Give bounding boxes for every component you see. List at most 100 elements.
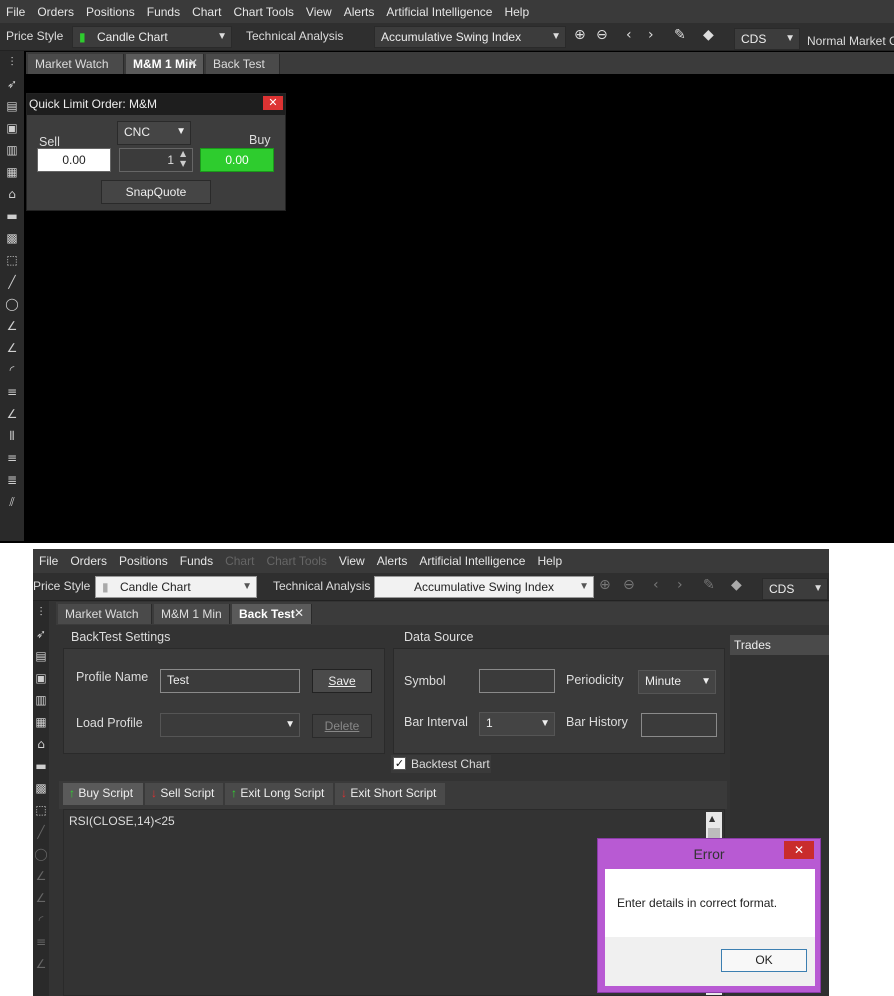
symbol-input[interactable] xyxy=(479,669,555,693)
menu-view[interactable]: View xyxy=(333,554,371,568)
menu-orders[interactable]: Orders xyxy=(31,5,80,19)
menu-ai[interactable]: Artificial Intelligence xyxy=(413,554,531,568)
angle-icon[interactable]: ∠ xyxy=(33,865,49,887)
menu-view[interactable]: View xyxy=(300,5,338,19)
tab-market-watch[interactable]: Market Watch xyxy=(28,54,124,74)
menu-positions[interactable]: Positions xyxy=(80,5,141,19)
load-profile-select[interactable]: ▼ xyxy=(160,713,300,737)
lines-icon[interactable]: ≡ xyxy=(0,447,24,469)
fibonacci-icon[interactable]: ≡ xyxy=(33,931,49,953)
eraser-icon[interactable]: ◆ xyxy=(731,577,742,593)
menu-alerts[interactable]: Alerts xyxy=(371,554,414,568)
pencil-icon[interactable]: ✎ xyxy=(703,577,715,593)
backtest-chart-checkbox[interactable]: ✓ xyxy=(393,757,406,770)
menu-alerts[interactable]: Alerts xyxy=(338,5,381,19)
menu-help[interactable]: Help xyxy=(531,554,568,568)
technical-analysis-select[interactable]: Accumulative Swing Index ▼ xyxy=(374,26,566,48)
angle-icon[interactable]: ∠ xyxy=(33,887,49,909)
briefcase-icon[interactable]: ▩ xyxy=(33,777,49,799)
chart-icon[interactable]: ⫶ xyxy=(0,51,24,73)
price-style-select[interactable]: ▮ Candle Chart ▼ xyxy=(95,576,257,598)
gann-icon[interactable]: ∠ xyxy=(0,403,24,425)
bank-icon[interactable]: ⌂ xyxy=(33,733,49,755)
menu-funds[interactable]: Funds xyxy=(141,5,186,19)
menu-file[interactable]: File xyxy=(0,5,31,19)
menu-ai[interactable]: Artificial Intelligence xyxy=(380,5,498,19)
menu-positions[interactable]: Positions xyxy=(113,554,174,568)
tab-exit-long-script[interactable]: ↑ Exit Long Script xyxy=(225,783,333,805)
periodicity-select[interactable]: Minute ▼ xyxy=(638,670,716,694)
line-icon[interactable]: ╱ xyxy=(33,821,49,843)
bars-icon[interactable]: ⦀ xyxy=(0,425,24,447)
profile-name-input[interactable]: Test xyxy=(160,669,300,693)
menu-chart-tools[interactable]: Chart Tools xyxy=(227,5,299,19)
briefcase-icon[interactable]: ▩ xyxy=(0,227,24,249)
menu-chart[interactable]: Chart xyxy=(186,5,227,19)
close-icon[interactable]: ✕ xyxy=(188,56,198,70)
eraser-icon[interactable]: ◆ xyxy=(703,27,714,43)
ok-button[interactable]: OK xyxy=(721,949,807,972)
zoom-in-icon[interactable]: ⊕ xyxy=(599,577,611,593)
chevron-right-icon[interactable]: › xyxy=(648,27,654,43)
price-style-select[interactable]: ▮ Candle Chart ▼ xyxy=(72,26,232,48)
save-icon[interactable]: ▣ xyxy=(33,667,49,689)
snapquote-button[interactable]: SnapQuote xyxy=(101,180,211,204)
menu-file[interactable]: File xyxy=(33,554,64,568)
chevron-left-icon[interactable]: ‹ xyxy=(626,27,632,43)
ellipse-icon[interactable]: ◯ xyxy=(33,843,49,865)
map-icon[interactable]: ▦ xyxy=(33,711,49,733)
sell-price-field[interactable]: 0.00 xyxy=(37,148,111,172)
lines-icon[interactable]: ≣ xyxy=(0,469,24,491)
zoom-out-icon[interactable]: ⊖ xyxy=(596,27,608,43)
technical-analysis-select[interactable]: Accumulative Swing Index ▼ xyxy=(374,576,594,598)
angle-icon[interactable]: ∠ xyxy=(0,315,24,337)
bar-history-input[interactable] xyxy=(641,713,717,737)
menu-funds[interactable]: Funds xyxy=(174,554,219,568)
chevron-right-icon[interactable]: › xyxy=(677,577,683,593)
menu-help[interactable]: Help xyxy=(498,5,535,19)
close-icon[interactable]: ✕ xyxy=(263,96,283,110)
zoom-out-icon[interactable]: ⊖ xyxy=(623,577,635,593)
arc-icon[interactable]: ◜ xyxy=(33,909,49,931)
scroll-up-icon[interactable]: ▲ xyxy=(709,814,715,823)
arc-icon[interactable]: ◜ xyxy=(0,359,24,381)
map-icon[interactable]: ▦ xyxy=(0,161,24,183)
book-icon[interactable]: ▥ xyxy=(33,689,49,711)
rocket-icon[interactable]: ➶ xyxy=(0,73,24,95)
fibonacci-icon[interactable]: ≡ xyxy=(0,381,24,403)
menu-chart-tools[interactable]: Chart Tools xyxy=(260,554,332,568)
close-icon[interactable]: ✕ xyxy=(784,841,814,859)
save-icon[interactable]: ▣ xyxy=(0,117,24,139)
tab-exit-short-script[interactable]: ↓ Exit Short Script xyxy=(335,783,445,805)
buy-price-field[interactable]: 0.00 xyxy=(200,148,274,172)
book-icon[interactable]: ▥ xyxy=(0,139,24,161)
tab-sell-script[interactable]: ↓ Sell Script xyxy=(145,783,223,805)
market-type[interactable]: Normal Market C xyxy=(807,34,894,48)
tab-mm-1-min[interactable]: M&M 1 Min xyxy=(154,604,230,624)
close-icon[interactable]: ✕ xyxy=(294,606,304,620)
angle-icon[interactable]: ∠ xyxy=(0,337,24,359)
ellipse-icon[interactable]: ◯ xyxy=(0,293,24,315)
line-icon[interactable]: ╱ xyxy=(0,271,24,293)
chart-icon[interactable]: ⫶ xyxy=(33,601,49,623)
menu-orders[interactable]: Orders xyxy=(64,554,113,568)
select-icon[interactable]: ⬚ xyxy=(33,799,49,821)
tab-back-test[interactable]: Back Test xyxy=(206,54,280,74)
tab-buy-script[interactable]: ↑ Buy Script xyxy=(63,783,143,805)
menu-chart[interactable]: Chart xyxy=(219,554,260,568)
window-icon[interactable]: ▤ xyxy=(33,645,49,667)
rocket-icon[interactable]: ➶ xyxy=(33,623,49,645)
card-icon[interactable]: ▬ xyxy=(0,205,24,227)
tab-market-watch[interactable]: Market Watch xyxy=(58,604,152,624)
gann-icon[interactable]: ∠ xyxy=(33,953,49,975)
save-button[interactable]: Save xyxy=(312,669,372,693)
channel-icon[interactable]: ⫽ xyxy=(0,491,24,513)
delete-button[interactable]: Delete xyxy=(312,714,372,738)
stepper-arrows-icon[interactable]: ▲ ▼ xyxy=(180,149,186,169)
chevron-left-icon[interactable]: ‹ xyxy=(653,577,659,593)
card-icon[interactable]: ▬ xyxy=(33,755,49,777)
bar-interval-select[interactable]: 1 ▼ xyxy=(479,712,555,736)
window-icon[interactable]: ▤ xyxy=(0,95,24,117)
zoom-in-icon[interactable]: ⊕ xyxy=(574,27,586,43)
product-select[interactable]: CNC ▼ xyxy=(117,121,191,145)
